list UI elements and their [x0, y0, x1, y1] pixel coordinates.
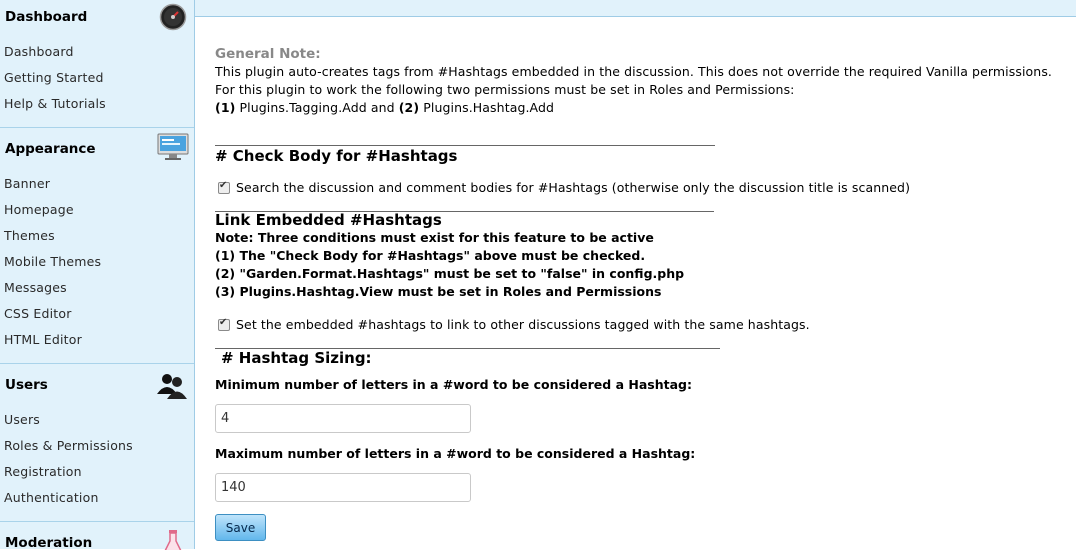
- sidebar-title-users: Users: [5, 377, 48, 393]
- monitor-icon: [157, 133, 189, 160]
- top-bar: [195, 0, 1076, 17]
- link-hashtags-label: Set the embedded #hashtags to link to ot…: [236, 317, 810, 332]
- general-note-heading: General Note:: [215, 46, 321, 62]
- sidebar-section-moderation: Moderation: [0, 521, 194, 550]
- sidebar-item-html-editor[interactable]: HTML Editor: [4, 332, 82, 347]
- sidebar-item-users[interactable]: Users: [4, 412, 40, 427]
- perm1-number: (1): [215, 100, 236, 115]
- sidebar-item-getting-started[interactable]: Getting Started: [4, 70, 104, 85]
- general-note-line1: This plugin auto-creates tags from #Hash…: [215, 64, 1053, 79]
- link-embedded-condition-3: (3) Plugins.Hashtag.View must be set in …: [215, 284, 662, 299]
- sidebar-item-authentication[interactable]: Authentication: [4, 490, 99, 505]
- perm1-name: Plugins.Tagging.Add and: [239, 100, 395, 115]
- sidebar-item-messages[interactable]: Messages: [4, 280, 67, 295]
- sidebar-section-dashboard: Dashboard Dashboard Getting Started Help…: [0, 0, 194, 127]
- sidebar-section-appearance: Appearance Banner Homepage Themes Mobile…: [0, 127, 194, 364]
- link-embedded-condition-1: (1) The "Check Body for #Hashtags" above…: [215, 248, 646, 263]
- link-embedded-note: Note: Three conditions must exist for th…: [215, 230, 654, 245]
- check-body-label: Search the discussion and comment bodies…: [236, 180, 911, 195]
- max-letters-label: Maximum number of letters in a #word to …: [215, 446, 696, 461]
- sidebar-title-moderation: Moderation: [5, 535, 93, 550]
- max-letters-input[interactable]: [215, 473, 471, 502]
- sidebar-title-dashboard: Dashboard: [5, 9, 88, 25]
- perm2-number: (2): [398, 100, 420, 115]
- section-divider: [215, 145, 715, 146]
- sidebar-section-users: Users Users Roles & Permissions Registra…: [0, 363, 194, 522]
- admin-sidebar: Dashboard Dashboard Getting Started Help…: [0, 0, 195, 550]
- hashtag-sizing-heading: # Hashtag Sizing:: [221, 349, 372, 367]
- min-letters-label: Minimum number of letters in a #word to …: [215, 377, 692, 392]
- sidebar-item-registration[interactable]: Registration: [4, 464, 82, 479]
- sidebar-item-mobile-themes[interactable]: Mobile Themes: [4, 254, 101, 269]
- sidebar-item-themes[interactable]: Themes: [4, 228, 55, 243]
- sidebar-item-homepage[interactable]: Homepage: [4, 202, 74, 217]
- general-note-permissions: (1) Plugins.Tagging.Add and (2) Plugins.…: [215, 100, 554, 115]
- users-icon: [157, 374, 187, 399]
- sidebar-item-css-editor[interactable]: CSS Editor: [4, 306, 72, 321]
- plugin-settings-panel: General Note: This plugin auto-creates t…: [195, 17, 1076, 549]
- sidebar-title-appearance: Appearance: [5, 141, 96, 157]
- link-embedded-heading: Link Embedded #Hashtags: [215, 211, 442, 229]
- sidebar-item-banner[interactable]: Banner: [4, 176, 50, 191]
- check-body-checkbox[interactable]: [218, 180, 230, 194]
- speedometer-icon: [159, 3, 187, 31]
- flask-icon: [164, 530, 182, 550]
- min-letters-input[interactable]: [215, 404, 471, 433]
- sidebar-item-help-tutorials[interactable]: Help & Tutorials: [4, 96, 106, 111]
- sidebar-item-roles-permissions[interactable]: Roles & Permissions: [4, 438, 133, 453]
- link-embedded-condition-2: (2) "Garden.Format.Hashtags" must be set…: [215, 266, 685, 281]
- perm2-name: Plugins.Hashtag.Add: [423, 100, 555, 115]
- general-note-line2: For this plugin to work the following tw…: [215, 82, 795, 97]
- save-button[interactable]: Save: [215, 514, 266, 541]
- sidebar-item-dashboard[interactable]: Dashboard: [4, 44, 74, 59]
- link-hashtags-checkbox[interactable]: [218, 317, 230, 331]
- check-body-heading: # Check Body for #Hashtags: [215, 147, 458, 165]
